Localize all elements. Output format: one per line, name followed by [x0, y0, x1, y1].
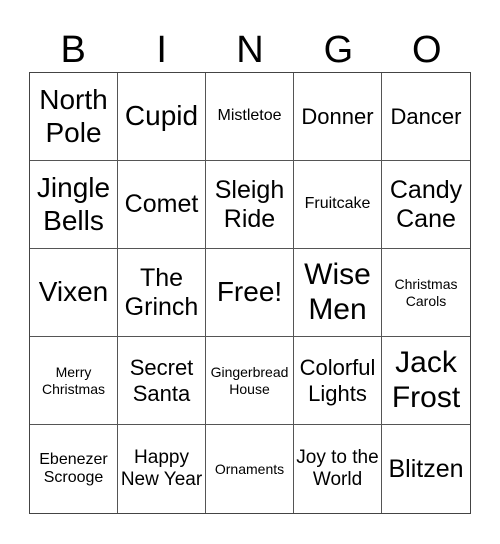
- bingo-cell[interactable]: Mistletoe: [206, 73, 294, 161]
- bingo-cell[interactable]: Happy New Year: [118, 425, 206, 513]
- header-letter-o: O: [412, 29, 442, 71]
- free-space-cell[interactable]: Free!: [206, 249, 294, 337]
- bingo-cell[interactable]: Donner: [294, 73, 382, 161]
- bingo-cell[interactable]: Sleigh Ride: [206, 161, 294, 249]
- header-letter-b: B: [60, 29, 86, 71]
- bingo-card: North Pole Cupid Mistletoe Donner Dancer…: [29, 72, 471, 514]
- bingo-cell[interactable]: Cupid: [118, 73, 206, 161]
- bingo-cell[interactable]: Jingle Bells: [30, 161, 118, 249]
- bingo-cell[interactable]: Fruitcake: [294, 161, 382, 249]
- header-letter-g: G: [323, 29, 354, 71]
- bingo-cell[interactable]: Christmas Carols: [382, 249, 470, 337]
- bingo-cell[interactable]: Wise Men: [294, 249, 382, 337]
- bingo-cell[interactable]: Ornaments: [206, 425, 294, 513]
- bingo-header: B I N G O: [29, 28, 471, 72]
- bingo-cell[interactable]: Dancer: [382, 73, 470, 161]
- bingo-cell[interactable]: Jack Frost: [382, 337, 470, 425]
- bingo-cell[interactable]: Secret Santa: [118, 337, 206, 425]
- bingo-cell[interactable]: North Pole: [30, 73, 118, 161]
- bingo-cell[interactable]: Ebenezer Scrooge: [30, 425, 118, 513]
- bingo-cell[interactable]: Joy to the World: [294, 425, 382, 513]
- header-letter-i: I: [156, 29, 167, 71]
- bingo-cell[interactable]: Blitzen: [382, 425, 470, 513]
- bingo-cell[interactable]: Vixen: [30, 249, 118, 337]
- bingo-cell[interactable]: Candy Cane: [382, 161, 470, 249]
- bingo-cell[interactable]: Merry Christmas: [30, 337, 118, 425]
- bingo-cell[interactable]: Colorful Lights: [294, 337, 382, 425]
- bingo-cell[interactable]: Gingerbread House: [206, 337, 294, 425]
- bingo-cell[interactable]: Comet: [118, 161, 206, 249]
- header-letter-n: N: [236, 29, 264, 71]
- bingo-cell[interactable]: The Grinch: [118, 249, 206, 337]
